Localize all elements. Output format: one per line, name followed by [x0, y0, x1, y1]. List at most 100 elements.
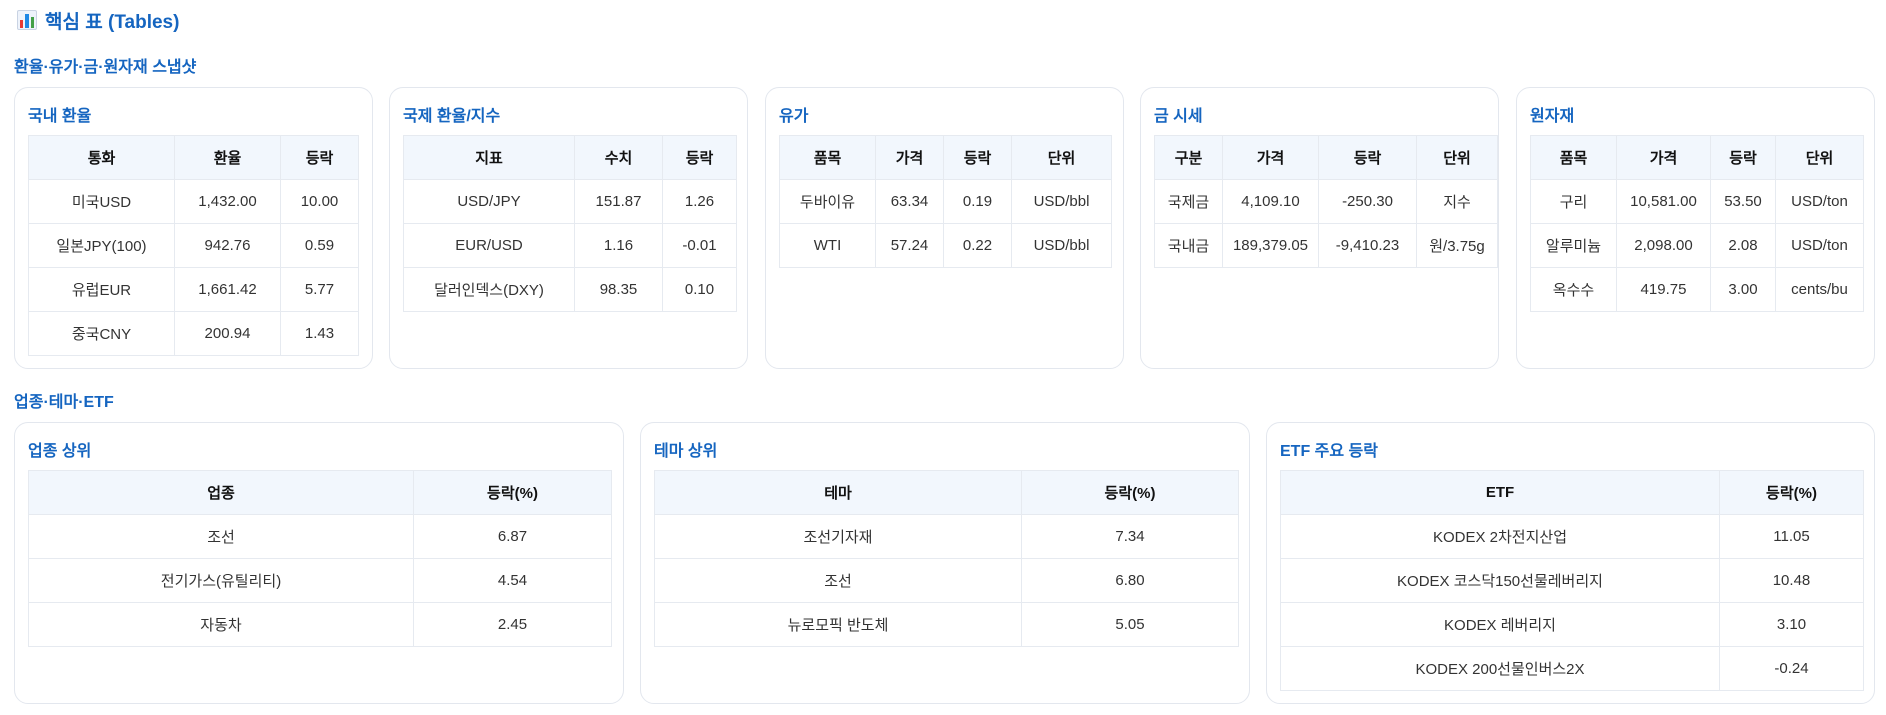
- table-row: 조선 6.87: [28, 514, 612, 559]
- table-cell: 189,379.05: [1222, 223, 1319, 268]
- table-row: 중국CNY 200.94 1.43: [28, 311, 359, 356]
- table-row: 두바이유 63.34 0.19 USD/bbl: [779, 179, 1112, 224]
- table-cell: 0.10: [662, 267, 737, 312]
- table-cell: 10.48: [1719, 558, 1864, 603]
- data-table: ETF 등락(%) KODEX 2차전지산업 11.05 KODEX 코스닥150선물레…: [1280, 470, 1864, 691]
- table-cell: 1,661.42: [174, 267, 281, 312]
- section-title-market: 환율·유가·금·원자재 스냅샷: [14, 59, 197, 76]
- column-header: 품목: [1530, 135, 1617, 180]
- table-cell: 10.00: [280, 179, 359, 224]
- table-row: 국제금 4,109.10 -250.30 지수: [1154, 179, 1498, 224]
- table-cell: 942.76: [174, 223, 281, 268]
- table-header-row: ETF 등락(%): [1280, 470, 1864, 515]
- table-cell: USD/bbl: [1011, 179, 1112, 224]
- table-cell: 151.87: [574, 179, 663, 224]
- column-header: 등락(%): [413, 470, 612, 515]
- table-cell: 57.24: [875, 223, 944, 268]
- column-header: 등락(%): [1021, 470, 1239, 515]
- table-row: 뉴로모픽 반도체 5.05: [654, 602, 1239, 647]
- column-header: 환율: [174, 135, 281, 180]
- table-header-row: 테마 등락(%): [654, 470, 1239, 515]
- table-cell: 두바이유: [779, 179, 876, 224]
- table-cell: 알루미늄: [1530, 223, 1617, 268]
- table-cell: 1.26: [662, 179, 737, 224]
- data-table: 업종 등락(%) 조선 6.87 전기가스(유틸리티) 4.54 자동차 2.45: [28, 470, 612, 647]
- table-cell: -0.01: [662, 223, 737, 268]
- card-title: 금 시세: [1154, 108, 1203, 125]
- table-row: KODEX 200선물인버스2X -0.24: [1280, 646, 1864, 691]
- column-header: 테마: [654, 470, 1022, 515]
- table-row: 유럽EUR 1,661.42 5.77: [28, 267, 359, 312]
- table-cell: 2.08: [1710, 223, 1776, 268]
- table-cell: 전기가스(유틸리티): [28, 558, 414, 603]
- data-table: 품목 가격 등락 단위 두바이유 63.34 0.19 USD/bbl WTI 57.24 0.22…: [779, 135, 1112, 268]
- table-cell: 자동차: [28, 602, 414, 647]
- table-cell: 조선: [654, 558, 1022, 603]
- table-cell: 10,581.00: [1616, 179, 1711, 224]
- column-header: 등락: [1710, 135, 1776, 180]
- table-cell: 6.80: [1021, 558, 1239, 603]
- table-row: 국내금 189,379.05 -9,410.23 원/3.75g: [1154, 223, 1498, 268]
- table-row: KODEX 레버리지 3.10: [1280, 602, 1864, 647]
- table-header-row: 통화 환율 등락: [28, 135, 359, 180]
- column-header: 등락: [943, 135, 1012, 180]
- table-row: 자동차 2.45: [28, 602, 612, 647]
- table-cell: 옥수수: [1530, 267, 1617, 312]
- table-cell: 5.05: [1021, 602, 1239, 647]
- bar-chart-icon: [17, 10, 37, 30]
- table-row: USD/JPY 151.87 1.26: [403, 179, 737, 224]
- card-title: 업종 상위: [28, 443, 92, 460]
- table-header-row: 구분 가격 등락 단위: [1154, 135, 1498, 180]
- data-table: 품목 가격 등락 단위 구리 10,581.00 53.50 USD/ton 알루미늄 2,098…: [1530, 135, 1864, 312]
- data-table: 구분 가격 등락 단위 국제금 4,109.10 -250.30 지수 국내금 189,379.0…: [1154, 135, 1498, 268]
- table-cell: 0.59: [280, 223, 359, 268]
- card-oil: 유가품목 가격 등락 단위 두바이유 63.34 0.19 USD/bbl WTI 57.24 0.…: [765, 87, 1124, 369]
- table-header-row: 지표 수치 등락: [403, 135, 737, 180]
- table-cell: 1.43: [280, 311, 359, 356]
- card-title: 테마 상위: [654, 443, 718, 460]
- column-header: 수치: [574, 135, 663, 180]
- table-row: 조선기자재 7.34: [654, 514, 1239, 559]
- table-row: KODEX 코스닥150선물레버리지 10.48: [1280, 558, 1864, 603]
- table-cell: KODEX 레버리지: [1280, 602, 1720, 647]
- table-cell: 0.22: [943, 223, 1012, 268]
- table-row: 전기가스(유틸리티) 4.54: [28, 558, 612, 603]
- table-header-row: 업종 등락(%): [28, 470, 612, 515]
- card-gold: 금 시세구분 가격 등락 단위 국제금 4,109.10 -250.30 지수 국내금 189,3…: [1140, 87, 1499, 369]
- table-cell: 일본JPY(100): [28, 223, 175, 268]
- page-title-text: 핵심 표 (Tables): [45, 11, 180, 33]
- table-cell: 2,098.00: [1616, 223, 1711, 268]
- card-sector-top: 업종 상위업종 등락(%) 조선 6.87 전기가스(유틸리티) 4.54 자동차 2.45: [14, 422, 624, 704]
- table-cell: 조선기자재: [654, 514, 1022, 559]
- column-header: 등락: [1318, 135, 1417, 180]
- column-header: 단위: [1775, 135, 1864, 180]
- table-cell: 200.94: [174, 311, 281, 356]
- column-header: 품목: [779, 135, 876, 180]
- card-commodities: 원자재 품목 가격 등락 단위 구리 10,581.00 53.50 USD/ton 알루미늄 2,…: [1516, 87, 1875, 369]
- table-header-row: 품목 가격 등락 단위: [1530, 135, 1864, 180]
- table-cell: 63.34: [875, 179, 944, 224]
- table-cell: 중국CNY: [28, 311, 175, 356]
- column-header: 지표: [403, 135, 575, 180]
- table-cell: EUR/USD: [403, 223, 575, 268]
- table-row: 조선 6.80: [654, 558, 1239, 603]
- table-cell: -9,410.23: [1318, 223, 1417, 268]
- table-row: 미국USD 1,432.00 10.00: [28, 179, 359, 224]
- table-cell: 4.54: [413, 558, 612, 603]
- table-cell: 지수: [1416, 179, 1498, 224]
- table-cell: USD/bbl: [1011, 223, 1112, 268]
- table-row: KODEX 2차전지산업 11.05: [1280, 514, 1864, 559]
- data-table: 테마 등락(%) 조선기자재 7.34 조선 6.80 뉴로모픽 반도체 5.05: [654, 470, 1239, 647]
- table-cell: KODEX 2차전지산업: [1280, 514, 1720, 559]
- table-cell: cents/bu: [1775, 267, 1864, 312]
- table-cell: 53.50: [1710, 179, 1776, 224]
- table-cell: 미국USD: [28, 179, 175, 224]
- page-title: 핵심 표 (Tables): [17, 7, 179, 33]
- card-title: 유가: [779, 108, 809, 125]
- table-row: EUR/USD 1.16 -0.01: [403, 223, 737, 268]
- table-cell: USD/JPY: [403, 179, 575, 224]
- table-row: 달러인덱스(DXY) 98.35 0.10: [403, 267, 737, 312]
- table-cell: KODEX 200선물인버스2X: [1280, 646, 1720, 691]
- card-etf: ETF 주요 등락 ETF 등락(%) KODEX 2차전지산업 11.05 KODEX …: [1266, 422, 1875, 704]
- table-cell: 98.35: [574, 267, 663, 312]
